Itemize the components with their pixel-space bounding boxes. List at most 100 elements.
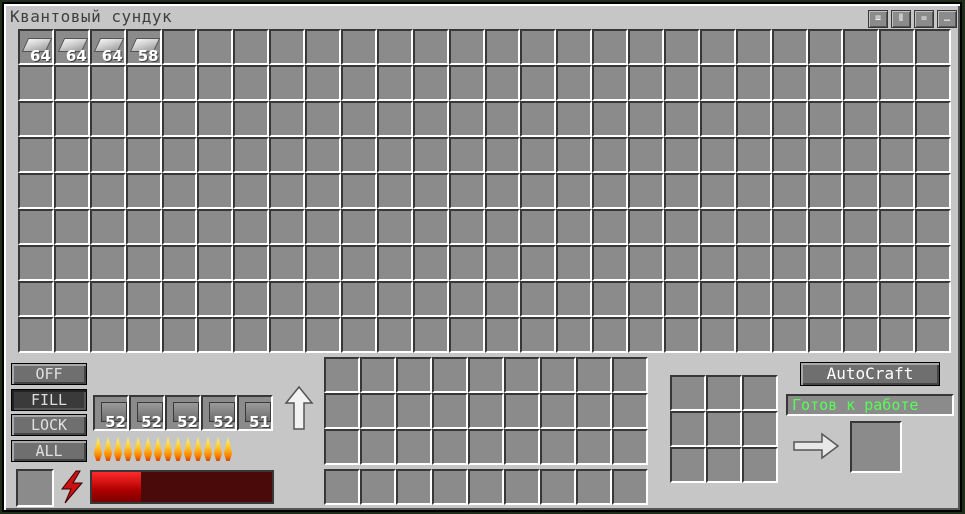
inventory-slot[interactable] (432, 357, 468, 393)
chest-slot[interactable] (520, 137, 557, 173)
chest-slot[interactable] (305, 209, 342, 245)
chest-slot[interactable] (269, 281, 306, 317)
chest-slot[interactable] (807, 137, 844, 173)
chest-slot[interactable] (341, 65, 377, 101)
chest-slot[interactable] (628, 209, 665, 245)
chest-slot[interactable] (556, 245, 593, 281)
chest-slot[interactable] (448, 137, 485, 173)
chest-slot[interactable] (412, 245, 449, 281)
chest-slot[interactable] (448, 65, 485, 101)
chest-slot[interactable] (879, 245, 916, 281)
chest-slot[interactable] (628, 101, 665, 137)
recipe-slot[interactable] (742, 447, 778, 483)
chest-slot[interactable] (735, 65, 772, 101)
chest-slot[interactable] (592, 29, 629, 65)
output-slot[interactable]: 52 (165, 395, 201, 431)
chest-slot[interactable] (484, 101, 521, 137)
chest-slot[interactable] (269, 29, 306, 65)
chest-slot[interactable] (628, 281, 665, 317)
chest-slot[interactable] (233, 101, 270, 137)
inventory-slot[interactable] (612, 393, 648, 429)
chest-slot[interactable] (125, 137, 162, 173)
chest-slot[interactable] (556, 209, 593, 245)
chest-slot[interactable] (269, 317, 306, 353)
chest-slot[interactable] (879, 317, 916, 353)
chest-slot[interactable] (771, 173, 808, 209)
chest-slot[interactable] (197, 281, 234, 317)
inventory-slot[interactable] (504, 429, 540, 465)
chest-slot[interactable] (807, 281, 844, 317)
inventory-slot[interactable] (432, 393, 468, 429)
chest-slot[interactable] (269, 209, 306, 245)
chest-slot[interactable] (915, 65, 952, 101)
chest-slot[interactable] (879, 101, 916, 137)
chest-slot[interactable] (53, 101, 90, 137)
chest-slot[interactable] (699, 245, 736, 281)
chest-slot[interactable] (843, 65, 880, 101)
chest-slot[interactable] (807, 173, 844, 209)
chest-slot[interactable] (341, 137, 377, 173)
sort-column-icon[interactable]: ≡ (868, 10, 888, 28)
chest-slot[interactable] (412, 209, 449, 245)
inventory-slot[interactable] (360, 429, 396, 465)
chest-slot[interactable] (735, 245, 772, 281)
recipe-slot[interactable] (742, 411, 778, 447)
chest-slot[interactable] (520, 317, 557, 353)
chest-slot[interactable] (89, 65, 126, 101)
inventory-slot[interactable] (360, 357, 396, 393)
chest-slot[interactable] (628, 65, 665, 101)
chest-slot[interactable] (125, 245, 162, 281)
chest-slot[interactable] (161, 29, 198, 65)
chest-slot[interactable] (125, 281, 162, 317)
chest-slot[interactable] (771, 101, 808, 137)
chest-slot[interactable] (233, 209, 270, 245)
chest-slot[interactable] (89, 245, 126, 281)
hotbar-slot[interactable] (612, 469, 648, 505)
chest-slot[interactable] (735, 209, 772, 245)
chest-slot[interactable] (197, 29, 234, 65)
chest-slot[interactable] (341, 173, 377, 209)
chest-slot[interactable]: 58 (125, 29, 162, 65)
chest-slot[interactable] (53, 173, 90, 209)
chest-slot[interactable] (233, 65, 270, 101)
chest-slot[interactable] (771, 281, 808, 317)
chest-slot[interactable] (592, 209, 629, 245)
chest-slot[interactable] (556, 281, 593, 317)
hotbar-slot[interactable] (468, 469, 504, 505)
chest-slot[interactable] (735, 101, 772, 137)
chest-slot[interactable] (89, 317, 126, 353)
mode-lock-button[interactable]: LOCK (11, 414, 87, 436)
chest-slot[interactable] (556, 173, 593, 209)
chest-slot[interactable] (125, 101, 162, 137)
sort-by-count-icon[interactable]: … (937, 10, 957, 28)
chest-slot[interactable] (807, 65, 844, 101)
chest-slot[interactable] (484, 65, 521, 101)
chest-slot[interactable] (18, 173, 54, 209)
chest-slot[interactable] (628, 245, 665, 281)
chest-slot[interactable] (412, 29, 449, 65)
recipe-slot[interactable] (706, 375, 742, 411)
chest-slot[interactable] (233, 137, 270, 173)
chest-slot[interactable] (735, 317, 772, 353)
sort-row-icon[interactable]: Ⅱ (891, 10, 911, 28)
chest-slot[interactable] (376, 281, 413, 317)
chest-slot[interactable] (233, 317, 270, 353)
chest-slot[interactable] (341, 101, 377, 137)
chest-slot[interactable] (771, 245, 808, 281)
chest-slot[interactable] (520, 65, 557, 101)
chest-slot[interactable] (269, 173, 306, 209)
chest-slot[interactable] (305, 29, 342, 65)
chest-slot[interactable] (807, 317, 844, 353)
inventory-slot[interactable] (612, 429, 648, 465)
output-slot[interactable]: 51 (237, 395, 273, 431)
chest-slot[interactable] (592, 101, 629, 137)
chest-slot[interactable] (53, 317, 90, 353)
chest-slot[interactable] (699, 173, 736, 209)
chest-slot[interactable] (233, 245, 270, 281)
chest-slot[interactable] (592, 65, 629, 101)
chest-slot[interactable] (448, 173, 485, 209)
chest-slot[interactable] (915, 245, 952, 281)
chest-slot[interactable] (125, 65, 162, 101)
chest-slot[interactable] (664, 173, 700, 209)
chest-slot[interactable] (341, 317, 377, 353)
